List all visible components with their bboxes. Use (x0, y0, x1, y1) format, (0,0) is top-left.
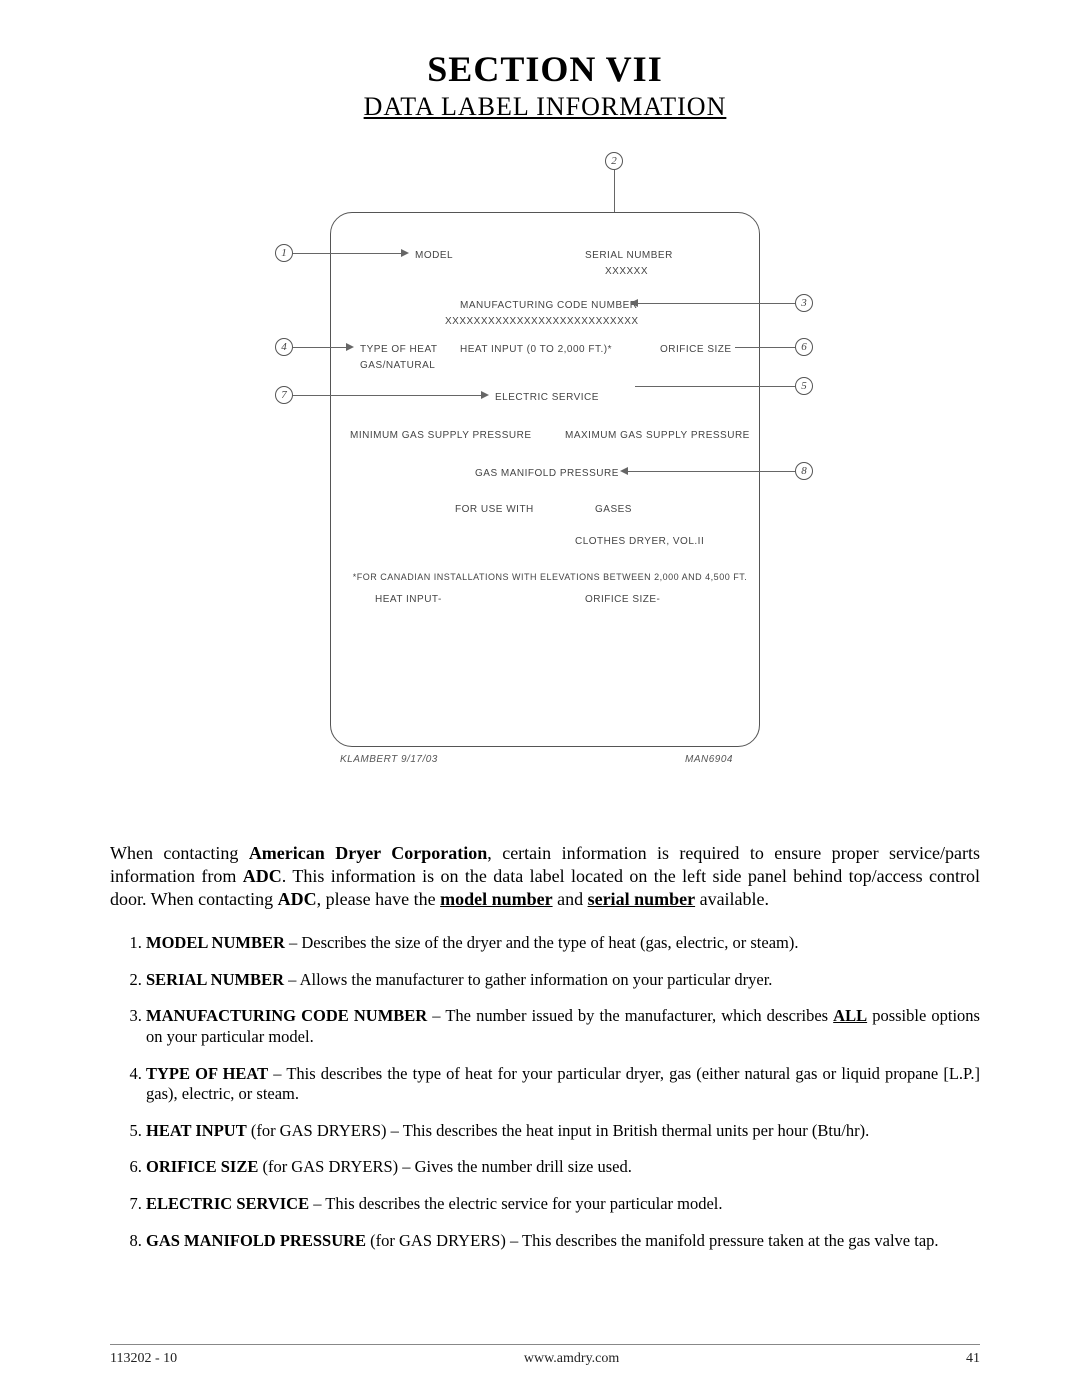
diagram-foot-right: MAN6904 (685, 754, 733, 765)
list-item: SERIAL NUMBER – Allows the manufacturer … (146, 970, 980, 991)
footer-left: 113202 - 10 (110, 1351, 177, 1367)
callout-3: 3 (795, 294, 813, 312)
label-canada: *FOR CANADIAN INSTALLATIONS WITH ELEVATI… (345, 572, 755, 582)
desc: – This describes the electric service fo… (309, 1194, 722, 1213)
footer-right: 41 (966, 1351, 980, 1367)
leader-6 (735, 347, 795, 348)
arrow-left-icon (620, 467, 628, 475)
qual: (for GAS DRYERS) (366, 1231, 506, 1250)
label-electric: ELECTRIC SERVICE (495, 392, 599, 403)
data-label-diagram: 2 MODEL SERIAL NUMBER XXXXXX 1 MANUFACTU… (265, 152, 825, 792)
label-clothes: CLOTHES DRYER, VOL.II (575, 536, 704, 547)
leader-8 (627, 471, 795, 472)
callout-5: 5 (795, 377, 813, 395)
label-max-gas: MAXIMUM GAS SUPPLY PRESSURE (565, 430, 750, 441)
label-manifold: GAS MANIFOLD PRESSURE (475, 468, 619, 479)
diagram-foot-left: KLAMBERT 9/17/03 (340, 754, 438, 765)
label-gases: GASES (595, 504, 632, 515)
arrow-right-icon (401, 249, 409, 257)
data-plate (330, 212, 760, 747)
leader-1 (293, 253, 403, 254)
callout-2: 2 (605, 152, 623, 170)
desc: – The number issued by the manufacturer,… (427, 1006, 833, 1025)
p-text: available. (695, 889, 769, 909)
list-item: HEAT INPUT (for GAS DRYERS) – This descr… (146, 1121, 980, 1142)
desc-underline: ALL (833, 1006, 867, 1025)
label-orifice: ORIFICE SIZE (660, 344, 732, 355)
arrow-right-icon (481, 391, 489, 399)
desc: – Describes the size of the dryer and th… (285, 933, 799, 952)
label-heat-input: HEAT INPUT (0 TO 2,000 FT.)* (460, 344, 612, 355)
arrow-left-icon (630, 299, 638, 307)
list-item: TYPE OF HEAT – This describes the type o… (146, 1064, 980, 1105)
term: GAS MANIFOLD PRESSURE (146, 1231, 366, 1250)
arrow-right-icon (346, 343, 354, 351)
callout-1: 1 (275, 244, 293, 262)
term: ORIFICE SIZE (146, 1157, 258, 1176)
term: SERIAL NUMBER (146, 970, 284, 989)
definitions-list: MODEL NUMBER – Describes the size of the… (110, 933, 980, 1251)
label-for-use: FOR USE WITH (455, 504, 534, 515)
list-item: MODEL NUMBER – Describes the size of the… (146, 933, 980, 954)
term: MODEL NUMBER (146, 933, 285, 952)
term: TYPE OF HEAT (146, 1064, 268, 1083)
qual: (for GAS DRYERS) (247, 1121, 387, 1140)
p-ub: model number (440, 889, 553, 909)
desc: – Allows the manufacturer to gather info… (284, 970, 772, 989)
desc: – This describes the type of heat for yo… (146, 1064, 980, 1104)
callout-7: 7 (275, 386, 293, 404)
section-subtitle: DATA LABEL INFORMATION (110, 92, 980, 122)
callout-6: 6 (795, 338, 813, 356)
label-heat-input-2: HEAT INPUT- (375, 594, 442, 605)
leader-4 (293, 347, 348, 348)
p-bold: ADC (243, 866, 282, 886)
label-type-of-heat: TYPE OF HEAT (360, 344, 438, 355)
label-min-gas: MINIMUM GAS SUPPLY PRESSURE (350, 430, 532, 441)
intro-paragraph: When contacting American Dryer Corporati… (110, 842, 980, 911)
label-serial-x: XXXXXX (605, 266, 648, 277)
label-mfg-x: XXXXXXXXXXXXXXXXXXXXXXXXXXX (445, 316, 639, 327)
p-text: , please have the (317, 889, 440, 909)
p-text: When contacting (110, 843, 249, 863)
desc: – This describes the heat input in Briti… (387, 1121, 870, 1140)
qual: (for GAS DRYERS) (258, 1157, 398, 1176)
label-mfg: MANUFACTURING CODE NUMBER (460, 300, 638, 311)
callout-4: 4 (275, 338, 293, 356)
list-item: ELECTRIC SERVICE – This describes the el… (146, 1194, 980, 1215)
term: ELECTRIC SERVICE (146, 1194, 309, 1213)
desc: – Gives the number drill size used. (398, 1157, 632, 1176)
desc: – This describes the manifold pressure t… (506, 1231, 939, 1250)
p-bold: American Dryer Corporation (249, 843, 487, 863)
label-model: MODEL (415, 250, 453, 261)
leader-3 (637, 303, 795, 304)
p-text: and (553, 889, 588, 909)
label-serial: SERIAL NUMBER (585, 250, 673, 261)
leader-7 (293, 395, 483, 396)
term: MANUFACTURING CODE NUMBER (146, 1006, 427, 1025)
label-orifice-2: ORIFICE SIZE- (585, 594, 660, 605)
label-gas-natural: GAS/NATURAL (360, 360, 435, 371)
term: HEAT INPUT (146, 1121, 247, 1140)
p-bold: ADC (278, 889, 317, 909)
callout-8: 8 (795, 462, 813, 480)
p-ub: serial number (588, 889, 696, 909)
leader-5 (635, 386, 795, 387)
footer-center: www.amdry.com (524, 1351, 619, 1367)
list-item: MANUFACTURING CODE NUMBER – The number i… (146, 1006, 980, 1047)
list-item: ORIFICE SIZE (for GAS DRYERS) – Gives th… (146, 1157, 980, 1178)
section-title: SECTION VII (110, 48, 980, 90)
page-footer: 113202 - 10 www.amdry.com 41 (110, 1344, 980, 1367)
list-item: GAS MANIFOLD PRESSURE (for GAS DRYERS) –… (146, 1231, 980, 1252)
